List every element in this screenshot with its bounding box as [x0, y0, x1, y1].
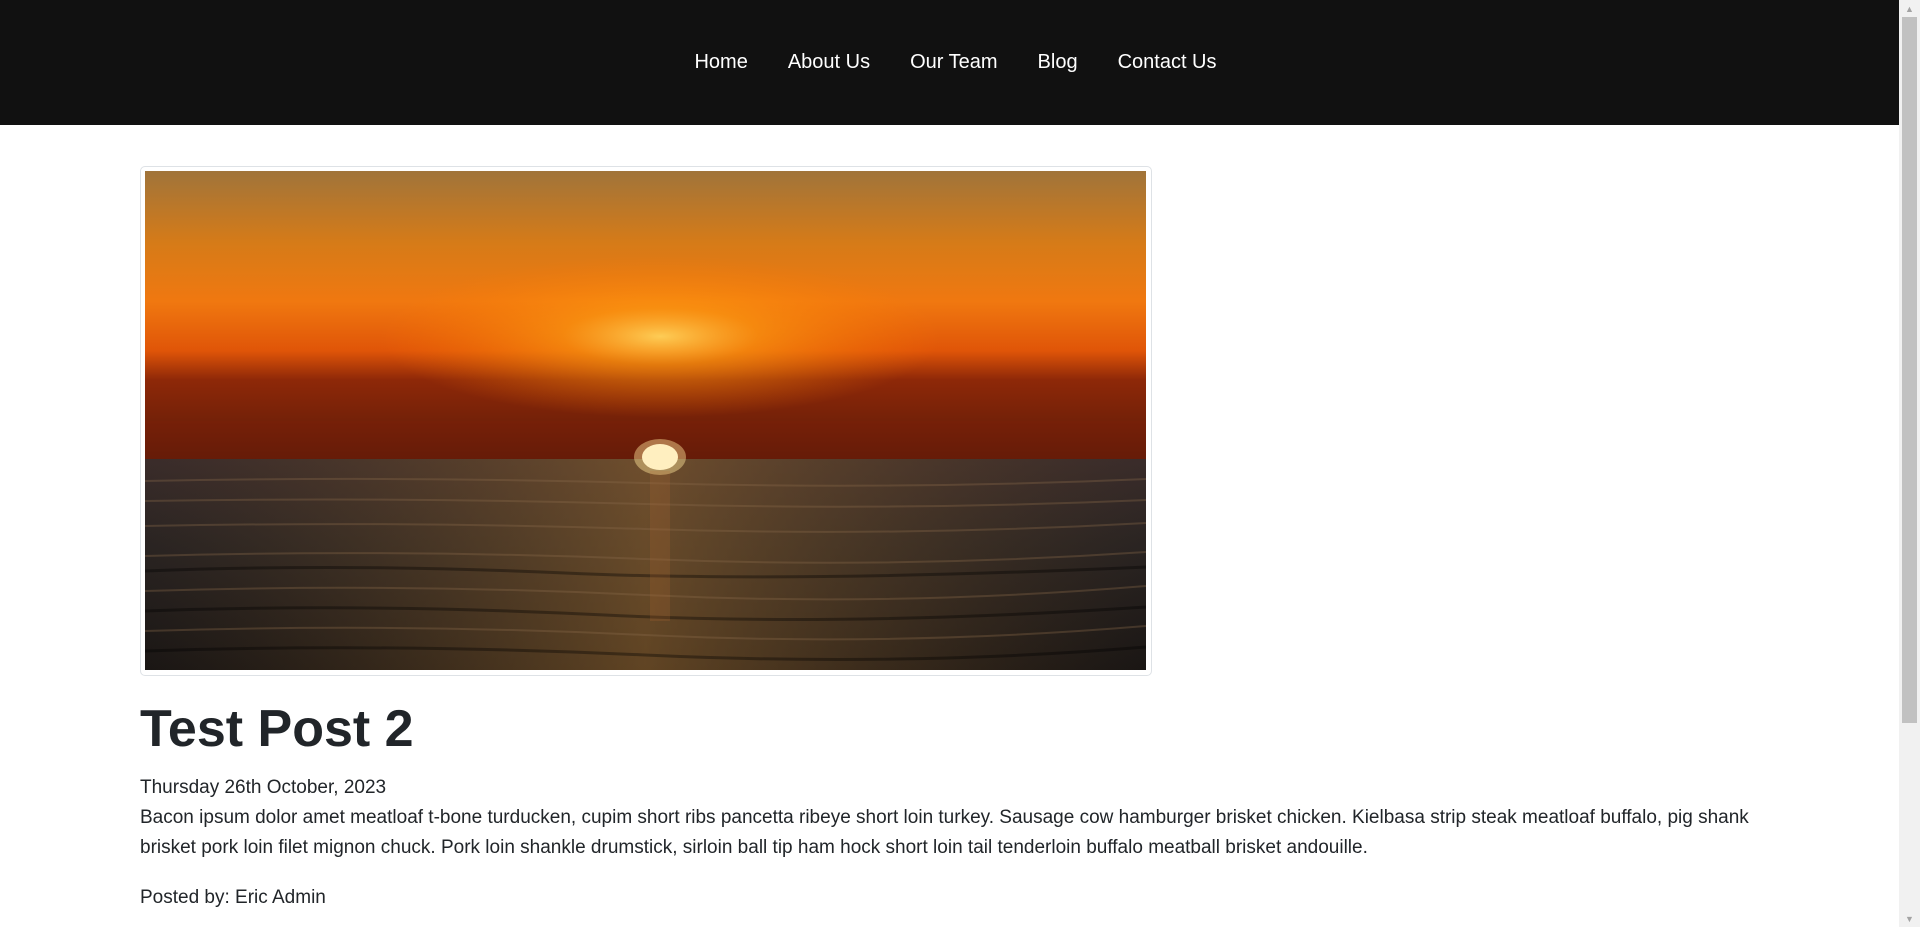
post-title: Test Post 2 [140, 700, 414, 758]
post-date: Thursday 26th October, 2023 [140, 777, 387, 799]
top-navbar: Home About Us Our Team Blog Contact Us [0, 0, 1899, 125]
scroll-up-arrow-icon[interactable]: ▲ [1899, 0, 1920, 17]
post-body: Bacon ipsum dolor amet meatloaf t-bone t… [140, 807, 1749, 859]
nav-menu: Home About Us Our Team Blog Contact Us [0, 0, 1899, 125]
nav-link-about-us[interactable]: About Us [768, 51, 890, 74]
nav-link-home[interactable]: Home [674, 51, 767, 74]
nav-link-our-team[interactable]: Our Team [890, 51, 1017, 74]
vertical-scrollbar[interactable]: ▲ ▼ [1899, 0, 1920, 927]
post-image-frame [140, 166, 1152, 676]
scroll-down-arrow-icon[interactable]: ▼ [1899, 910, 1920, 927]
page: Home About Us Our Team Blog Contact Us T… [0, 0, 1920, 927]
post-content: Test Post 2 Thursday 26th October, 2023 … [140, 166, 1760, 913]
nav-link-blog[interactable]: Blog [1018, 51, 1098, 74]
scrollbar-thumb[interactable] [1902, 17, 1917, 723]
nav-link-contact-us[interactable]: Contact Us [1098, 51, 1237, 74]
post-author: Posted by: Eric Admin [140, 887, 326, 909]
post-image [145, 171, 1146, 670]
